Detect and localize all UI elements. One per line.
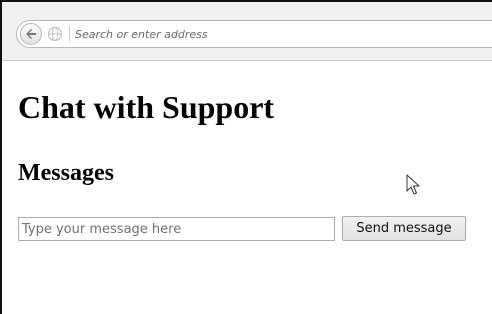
mouse-pointer-icon — [406, 174, 420, 195]
page-title: Chat with Support — [18, 89, 275, 125]
message-input[interactable] — [18, 217, 335, 241]
arrow-left-icon — [26, 29, 36, 39]
browser-toolbar — [2, 2, 492, 61]
address-input[interactable] — [75, 25, 375, 43]
browser-window: Chat with Support Messages Send message — [0, 0, 492, 314]
address-bar[interactable] — [16, 20, 492, 48]
messages-heading: Messages — [18, 160, 114, 186]
page-content: Chat with Support Messages Send message — [2, 61, 492, 314]
back-button[interactable] — [20, 23, 42, 45]
globe-icon[interactable] — [47, 26, 63, 42]
send-message-button[interactable]: Send message — [342, 216, 466, 241]
address-bar-divider — [69, 26, 70, 42]
